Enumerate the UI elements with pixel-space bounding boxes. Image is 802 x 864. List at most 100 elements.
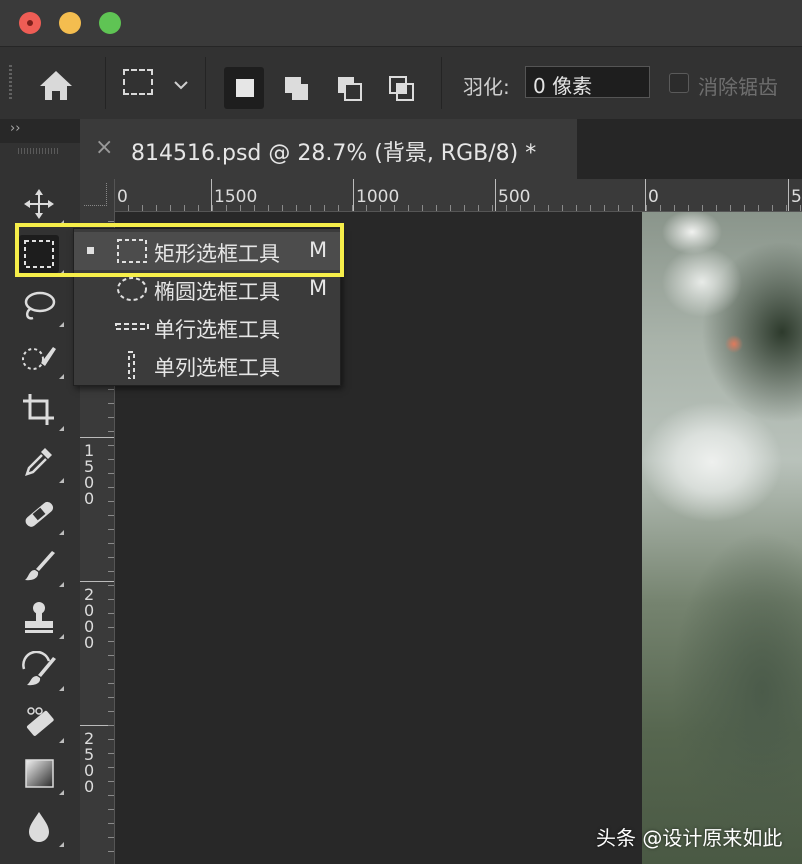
zoom-window-button[interactable] xyxy=(99,12,121,34)
ruler-minor-tick xyxy=(108,641,114,642)
flyout-item-single-column-marquee[interactable]: 单列选框工具 xyxy=(74,346,340,384)
ruler-minor-tick xyxy=(548,205,549,211)
tool-flyout-indicator xyxy=(59,322,64,327)
ruler-minor-tick xyxy=(108,599,114,600)
intersect-with-selection-button[interactable] xyxy=(382,67,422,109)
ruler-minor-tick xyxy=(108,823,114,824)
ruler-minor-tick xyxy=(184,205,185,211)
marquee-preset-icon[interactable] xyxy=(123,69,153,95)
blur-tool-icon[interactable] xyxy=(19,807,64,847)
ruler-minor-tick xyxy=(352,205,353,211)
ruler-minor-tick xyxy=(716,205,717,211)
ruler-minor-tick xyxy=(108,669,114,670)
ruler-minor-tick xyxy=(366,205,367,211)
ruler-origin[interactable] xyxy=(80,179,115,212)
ruler-minor-tick xyxy=(108,417,114,418)
ruler-minor-tick xyxy=(604,205,605,211)
flyout-item-label: 椭圆选框工具 xyxy=(154,280,280,304)
ruler-minor-tick xyxy=(108,389,114,390)
annotation-highlight-box xyxy=(15,223,344,277)
tool-flyout-indicator xyxy=(59,582,64,587)
ruler-minor-tick xyxy=(170,205,171,211)
ruler-minor-tick xyxy=(646,205,647,211)
ruler-minor-tick xyxy=(108,711,114,712)
gradient-tool-icon[interactable] xyxy=(19,755,64,795)
ruler-minor-tick xyxy=(108,529,114,530)
ruler-minor-tick xyxy=(108,487,114,488)
ruler-minor-tick xyxy=(108,725,114,726)
minimize-window-button[interactable] xyxy=(59,12,81,34)
ruler-minor-tick xyxy=(108,221,114,222)
ruler-minor-tick xyxy=(108,683,114,684)
healing-brush-tool-icon[interactable] xyxy=(19,495,64,535)
ruler-minor-tick xyxy=(108,501,114,502)
ruler-minor-tick xyxy=(436,205,437,211)
toolbar-grip[interactable] xyxy=(18,148,58,154)
ruler-minor-tick xyxy=(660,205,661,211)
tool-flyout-indicator xyxy=(59,790,64,795)
ruler-minor-tick xyxy=(108,739,114,740)
ruler-minor-tick xyxy=(520,205,521,211)
single-row-marquee-icon xyxy=(115,323,149,330)
eraser-tool-icon[interactable] xyxy=(19,703,64,743)
flyout-item-label: 单行选框工具 xyxy=(154,318,280,342)
ruler-minor-tick xyxy=(108,613,114,614)
ruler-minor-tick xyxy=(590,205,591,211)
options-divider xyxy=(441,57,442,109)
ruler-minor-tick xyxy=(108,655,114,656)
document-image[interactable] xyxy=(642,212,802,864)
ruler-minor-tick xyxy=(786,205,787,211)
lasso-tool-icon[interactable] xyxy=(19,287,64,327)
ruler-minor-tick xyxy=(492,205,493,211)
move-tool-icon[interactable] xyxy=(19,185,64,225)
ruler-minor-tick xyxy=(632,205,633,211)
collapse-panel-icon[interactable]: ›› xyxy=(10,121,20,136)
ruler-label: 0 xyxy=(117,187,128,207)
ruler-minor-tick xyxy=(108,851,114,852)
flyout-item-single-row-marquee[interactable]: 单行选框工具 xyxy=(74,308,340,346)
brush-tool-icon[interactable] xyxy=(19,547,64,587)
ruler-label: 500 xyxy=(498,187,531,207)
ruler-minor-tick xyxy=(142,205,143,211)
ruler-minor-tick xyxy=(108,627,114,628)
close-window-button[interactable] xyxy=(19,12,41,34)
document-tab[interactable]: × 814516.psd @ 28.7% (背景, RGB/8) * xyxy=(80,119,577,179)
ruler-minor-tick xyxy=(128,205,129,211)
tool-flyout-indicator xyxy=(59,478,64,483)
ruler-minor-tick xyxy=(702,205,703,211)
window-title-bar xyxy=(0,0,802,46)
anti-alias-checkbox[interactable] xyxy=(669,73,689,93)
horizontal-ruler[interactable]: 0 1500 1000 500 0 5 xyxy=(80,179,802,212)
close-tab-icon[interactable]: × xyxy=(95,135,113,160)
ruler-minor-tick xyxy=(464,205,465,211)
history-brush-tool-icon[interactable] xyxy=(19,650,64,691)
options-bar-grip[interactable] xyxy=(9,65,12,101)
quick-selection-tool-icon[interactable] xyxy=(19,339,64,379)
new-selection-button[interactable] xyxy=(224,67,264,109)
feather-input[interactable]: 0 像素 xyxy=(525,66,650,98)
clone-stamp-tool-icon[interactable] xyxy=(19,599,64,639)
single-column-marquee-icon xyxy=(128,351,135,379)
ruler-minor-tick xyxy=(800,205,801,211)
tool-flyout-indicator xyxy=(59,374,64,379)
subtract-from-selection-button[interactable] xyxy=(330,67,370,109)
ruler-label: 5 xyxy=(791,187,802,207)
options-divider xyxy=(205,57,206,109)
ruler-label: 2500 xyxy=(84,729,95,796)
flyout-item-shortcut: M xyxy=(309,276,328,300)
ruler-minor-tick xyxy=(108,585,114,586)
ruler-minor-tick xyxy=(108,459,114,460)
home-icon[interactable] xyxy=(36,67,76,103)
ruler-label: 2000 xyxy=(84,585,95,652)
ruler-minor-tick xyxy=(296,205,297,211)
ruler-minor-tick xyxy=(618,205,619,211)
ruler-minor-tick xyxy=(108,795,114,796)
ruler-label: 1500 xyxy=(214,187,258,207)
ruler-minor-tick xyxy=(576,205,577,211)
add-to-selection-button[interactable] xyxy=(277,67,317,109)
eyedropper-tool-icon[interactable] xyxy=(19,443,64,483)
tool-flyout-indicator xyxy=(59,530,64,535)
crop-tool-icon[interactable] xyxy=(19,391,64,431)
chevron-down-icon[interactable] xyxy=(172,77,190,91)
ruler-label: 1500 xyxy=(84,441,95,508)
